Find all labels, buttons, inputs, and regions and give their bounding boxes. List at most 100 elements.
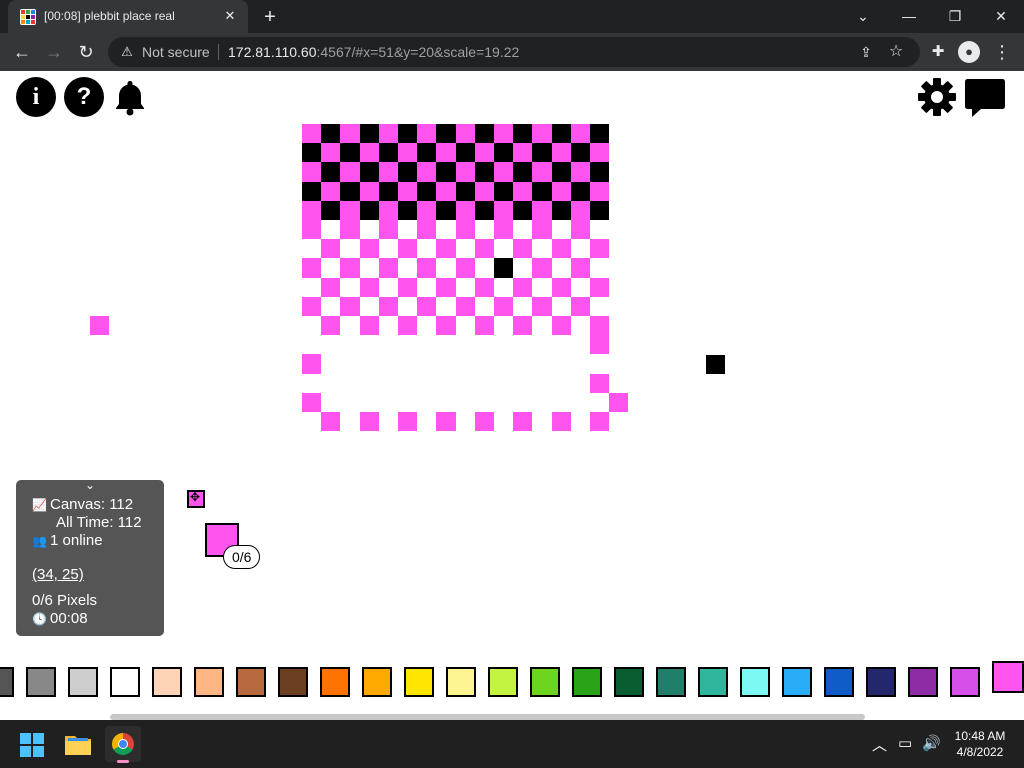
browser-tab[interactable]: [00:08] plebbit place real ✕ — [8, 0, 248, 33]
canvas-pixel — [551, 277, 571, 297]
security-label[interactable]: Not secure — [142, 44, 210, 60]
minimize-button[interactable]: — — [895, 4, 923, 28]
canvas-pixel — [474, 412, 494, 432]
canvas-pixel — [455, 124, 475, 144]
canvas-pixel — [590, 239, 610, 259]
palette-swatch[interactable] — [614, 667, 644, 697]
canvas-pixel — [590, 181, 610, 201]
volume-icon[interactable]: 🔊 — [922, 734, 941, 752]
palette-swatch[interactable] — [278, 667, 308, 697]
extensions-puzzle-icon[interactable]: ✚ — [926, 40, 950, 64]
canvas-pixel — [474, 124, 494, 144]
site-favicon-icon — [20, 9, 36, 25]
canvas-pixel — [359, 277, 379, 297]
share-icon[interactable]: ⇪ — [856, 42, 876, 62]
windows-start-icon[interactable] — [16, 728, 48, 760]
canvas-pixel — [474, 277, 494, 297]
url-text[interactable]: 172.81.110.60:4567/#x=51&y=20&scale=19.2… — [228, 44, 519, 60]
palette-swatch[interactable] — [866, 667, 896, 697]
palette-swatch[interactable] — [698, 667, 728, 697]
bell-icon[interactable] — [110, 77, 150, 117]
canvas-pixel — [321, 200, 341, 220]
taskbar-clock[interactable]: 10:48 AM 4/8/2022 — [950, 728, 1010, 760]
palette-swatch[interactable] — [824, 667, 854, 697]
canvas-pixel — [590, 316, 610, 336]
warning-icon[interactable]: ⚠ — [118, 43, 136, 61]
profile-avatar-icon[interactable]: ● — [958, 41, 980, 63]
info-button[interactable]: i — [16, 77, 56, 117]
collapse-chevron-icon[interactable]: ⌄ — [82, 478, 98, 492]
canvas-pixel — [302, 392, 322, 412]
active-app-indicator — [117, 760, 129, 763]
palette-swatch[interactable] — [782, 667, 812, 697]
palette-swatch[interactable] — [68, 667, 98, 697]
canvas-pixel — [417, 143, 437, 163]
tray-overflow-chevron-icon[interactable]: ︿ — [872, 734, 887, 755]
canvas-pixel — [417, 181, 437, 201]
close-window-button[interactable]: ✕ — [987, 4, 1015, 28]
canvas-pixel — [340, 200, 360, 220]
cursor-coordinates[interactable]: (34, 25) — [32, 566, 84, 583]
palette-swatch[interactable] — [950, 667, 980, 697]
canvas-pixel — [474, 162, 494, 182]
new-tab-button[interactable]: + — [258, 5, 282, 29]
canvas-pixel — [359, 181, 379, 201]
browser-menu-icon[interactable]: ⋮ — [990, 40, 1014, 64]
palette-swatch[interactable] — [908, 667, 938, 697]
back-button[interactable]: ← — [10, 40, 34, 64]
canvas-pixel — [590, 373, 610, 393]
palette-swatch[interactable] — [446, 667, 476, 697]
palette-swatch[interactable] — [194, 667, 224, 697]
canvas-pixel — [551, 124, 571, 144]
canvas-pixel — [551, 316, 571, 336]
canvas-pixel — [513, 143, 533, 163]
chrome-taskbar-icon[interactable] — [105, 726, 141, 763]
palette-swatch[interactable] — [236, 667, 266, 697]
palette-swatch[interactable] — [530, 667, 560, 697]
stats-panel: ⌄ 📈 Canvas: 112 All Time: 112 👥 1 online (… — [16, 478, 164, 636]
canvas-pixel — [359, 412, 379, 432]
palette-swatch[interactable] — [404, 667, 434, 697]
tab-search-icon[interactable]: ⌄ — [849, 4, 877, 28]
canvas-pixel — [494, 124, 514, 144]
palette-swatch[interactable] — [992, 661, 1024, 693]
palette-swatch[interactable] — [740, 667, 770, 697]
bookmark-star-icon[interactable]: ☆ — [886, 42, 906, 62]
palette-swatch[interactable] — [362, 667, 392, 697]
canvas-pixel — [513, 316, 533, 336]
reload-button[interactable]: ↻ — [74, 40, 98, 64]
canvas-pixel — [398, 412, 418, 432]
canvas-pixel — [359, 124, 379, 144]
forward-button[interactable]: → — [42, 40, 66, 64]
canvas-pixel — [455, 258, 475, 278]
network-icon[interactable]: ▭ — [898, 734, 912, 752]
palette-swatch[interactable] — [0, 667, 14, 697]
canvas-pixel — [359, 239, 379, 259]
file-explorer-icon[interactable] — [62, 728, 94, 760]
canvas-pixel — [513, 162, 533, 182]
url-path: :4567/#x=51&y=20&scale=19.22 — [316, 44, 520, 60]
palette-swatch[interactable] — [26, 667, 56, 697]
palette-swatch[interactable] — [320, 667, 350, 697]
canvas-pixel — [417, 124, 437, 144]
palette-swatch[interactable] — [488, 667, 518, 697]
canvas-pixel — [417, 220, 437, 240]
tab-close-icon[interactable]: ✕ — [220, 6, 240, 26]
canvas-pixel — [302, 143, 322, 163]
restore-button[interactable]: ❐ — [941, 4, 969, 28]
palette-swatch[interactable] — [152, 667, 182, 697]
gear-icon[interactable] — [917, 77, 957, 117]
palette-swatch[interactable] — [656, 667, 686, 697]
chat-icon[interactable] — [963, 75, 1007, 119]
canvas-pixel — [340, 258, 360, 278]
clock-time: 10:48 AM — [954, 729, 1006, 743]
canvas-pixel — [398, 200, 418, 220]
canvas-pixel — [570, 200, 590, 220]
canvas-pixel — [417, 296, 437, 316]
move-cursor[interactable]: ✥ — [187, 490, 205, 508]
help-button[interactable]: ? — [64, 77, 104, 117]
palette-swatch[interactable] — [110, 667, 140, 697]
palette-swatch[interactable] — [572, 667, 602, 697]
chrome-core — [118, 739, 128, 749]
address-bar[interactable]: ⚠ Not secure 172.81.110.60:4567/#x=51&y=… — [108, 37, 920, 67]
